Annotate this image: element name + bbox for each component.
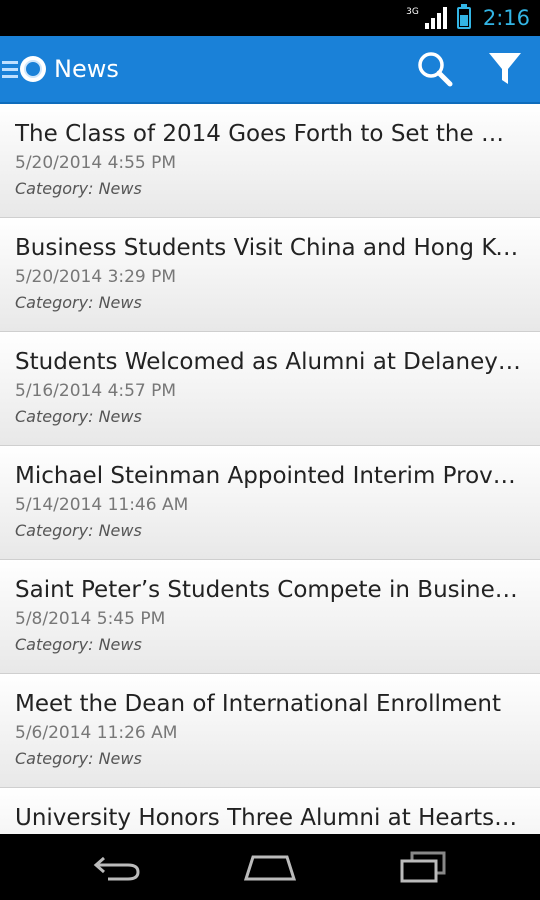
signal-icon xyxy=(424,7,447,29)
news-category: Category: News xyxy=(15,404,524,430)
list-item[interactable]: Saint Peter’s Students Compete in Busine… xyxy=(0,560,540,674)
category-value: News xyxy=(98,521,142,540)
category-label: Category: xyxy=(15,521,94,540)
category-label: Category: xyxy=(15,749,94,768)
news-date: 5/20/2014 4:55 PM xyxy=(15,153,177,173)
category-value: News xyxy=(98,407,142,426)
news-list[interactable]: The Class of 2014 Goes Forth to Set the … xyxy=(0,104,540,834)
status-time: 2:16 xyxy=(482,6,530,30)
page-title: News xyxy=(54,55,119,83)
category-label: Category: xyxy=(15,179,94,198)
filter-icon xyxy=(489,53,521,84)
search-button[interactable] xyxy=(400,35,470,103)
news-date: 5/14/2014 11:46 AM xyxy=(15,495,189,515)
search-icon xyxy=(418,52,453,87)
category-label: Category: xyxy=(15,407,94,426)
news-title: Students Welcomed as Alumni at Delaney R… xyxy=(15,349,524,375)
back-button[interactable] xyxy=(72,834,162,900)
news-title: The Class of 2014 Goes Forth to Set the … xyxy=(15,121,524,147)
news-date: 5/20/2014 3:29 PM xyxy=(15,267,177,287)
recent-apps-button[interactable] xyxy=(378,834,468,900)
app-logo-icon[interactable] xyxy=(20,56,46,82)
battery-icon xyxy=(456,4,471,29)
news-category: Category: News xyxy=(15,176,524,202)
status-bar: 3G 2:16 xyxy=(0,0,540,36)
news-category: Category: News xyxy=(15,632,524,658)
filter-button[interactable] xyxy=(470,35,540,103)
home-button[interactable] xyxy=(225,834,315,900)
news-title: Saint Peter’s Students Compete in Busine… xyxy=(15,577,524,603)
list-item[interactable]: Meet the Dean of International Enrollmen… xyxy=(0,674,540,788)
news-date: 5/16/2014 4:57 PM xyxy=(15,381,177,401)
category-label: Category: xyxy=(15,293,94,312)
news-category: Category: News xyxy=(15,746,524,772)
news-category: Category: News xyxy=(15,518,524,544)
list-item[interactable]: University Honors Three Alumni at Hearts… xyxy=(0,788,540,834)
list-item[interactable]: Students Welcomed as Alumni at Delaney R… xyxy=(0,332,540,446)
news-title: University Honors Three Alumni at Hearts… xyxy=(15,805,524,831)
network-type: 3G xyxy=(406,7,419,17)
news-category: Category: News xyxy=(15,290,524,316)
news-title: Business Students Visit China and Hong K… xyxy=(15,235,524,261)
recent-apps-icon xyxy=(400,851,446,883)
category-value: News xyxy=(98,749,142,768)
category-value: News xyxy=(98,635,142,654)
news-title: Michael Steinman Appointed Interim Provo… xyxy=(15,463,524,489)
action-bar: News xyxy=(0,36,540,104)
navigation-bar xyxy=(0,834,540,900)
list-item[interactable]: Michael Steinman Appointed Interim Provo… xyxy=(0,446,540,560)
category-label: Category: xyxy=(15,635,94,654)
list-item[interactable]: Business Students Visit China and Hong K… xyxy=(0,218,540,332)
category-value: News xyxy=(98,179,142,198)
news-date: 5/8/2014 5:45 PM xyxy=(15,609,166,629)
home-icon xyxy=(243,855,297,881)
list-item[interactable]: The Class of 2014 Goes Forth to Set the … xyxy=(0,104,540,218)
category-value: News xyxy=(98,293,142,312)
news-date: 5/6/2014 11:26 AM xyxy=(15,723,178,743)
news-title: Meet the Dean of International Enrollmen… xyxy=(15,691,502,717)
drawer-icon[interactable] xyxy=(2,60,18,78)
back-icon xyxy=(93,856,140,881)
